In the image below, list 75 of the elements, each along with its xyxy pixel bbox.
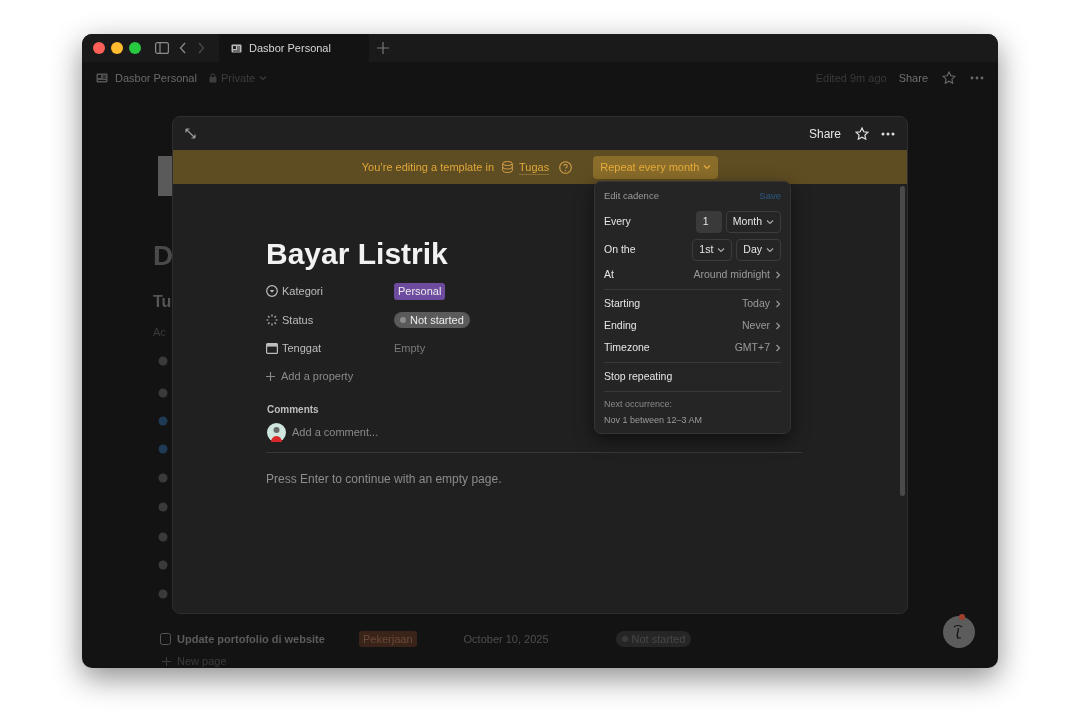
chevron-right-icon [775,300,781,308]
plus-icon [266,372,275,381]
option-label: Ending [604,318,637,334]
page-breadcrumb[interactable]: Dasbor Personal [115,69,197,87]
empty-page-hint: Press Enter to continue with an empty page. [266,470,503,488]
share-button[interactable]: Share [808,124,841,143]
calendar-icon [266,342,278,355]
chevron-right-icon [775,322,781,330]
plus-icon [162,656,171,666]
chevron-down-icon [766,247,774,253]
chevron-down-icon [259,75,268,81]
date-value[interactable]: Empty [394,340,426,357]
list-item-icon [158,532,168,542]
option-label: At [604,267,614,283]
list-item-icon [158,560,168,570]
option-label: Starting [604,296,641,312]
chevron-down-icon [717,247,726,253]
expand-icon[interactable] [185,128,196,139]
option-value[interactable]: GMT+7 [734,340,781,356]
dropdown[interactable]: Day [736,239,781,261]
list-item-icon [158,416,168,426]
database-icon [502,161,514,173]
list-item-icon [158,388,168,398]
property-name[interactable]: Tenggat [282,340,322,357]
option-label: Timezone [604,340,650,356]
sidebar-icon[interactable] [155,42,169,54]
property-name[interactable]: Kategori [282,283,323,300]
number-field[interactable]: 1 [695,211,722,233]
select-icon [266,285,278,298]
add-property-button[interactable]: Add a property [266,362,354,391]
unit-dropdown[interactable]: Month [725,211,781,233]
chevron-right-icon [775,271,781,279]
zoom-icon[interactable] [129,42,141,54]
tag[interactable]: Personal [394,283,446,300]
chevron-down-icon [766,219,774,225]
status-icon [266,313,278,326]
option-value[interactable]: Never [742,318,781,334]
option-label: On the [604,242,636,258]
list-item-icon [158,589,168,599]
chevron-down-icon [703,164,712,170]
minimize-icon[interactable] [111,42,123,54]
banner-text: You’re editing a template in [361,159,495,175]
lock-icon [208,73,217,83]
comment-field[interactable]: Add a comment... [292,423,379,441]
avatar-icon [267,422,286,442]
option-label: Every [604,214,631,230]
list-item-icon [158,444,168,454]
option-value[interactable]: Today [741,296,781,312]
comments-heading: Comments [267,402,319,417]
property-name[interactable]: Status [282,311,314,328]
stop-repeating-button[interactable]: Stop repeating [604,369,673,385]
next-occurrence-time: Nov 1 between 12–3 AM [604,413,704,427]
page-text: Tu [153,294,172,310]
scrollbar[interactable] [900,186,905,496]
dot-icon [400,316,406,323]
option-value[interactable]: Around midnight [693,267,781,283]
dropdown[interactable]: 1st [692,239,733,261]
plus-icon[interactable] [377,42,389,54]
chevron-right-icon [775,344,781,352]
more-icon[interactable] [881,131,895,136]
next-occurrence-label: Next occurrence: [604,398,674,411]
popover-title: Edit cadence [604,188,659,203]
share-button[interactable]: Share [898,69,928,87]
status-pill[interactable]: Not started [394,311,470,328]
help-icon[interactable] [559,160,573,174]
database-link[interactable]: Tugas [519,158,550,176]
star-icon[interactable] [942,71,956,85]
back-icon[interactable] [179,42,187,54]
page-title: Bayar Listrik [266,236,448,272]
browser-tab[interactable]: Dasbor Personal [219,34,369,62]
list-item-icon [158,356,168,366]
list-item-icon [158,502,168,512]
list-item-icon [158,473,168,483]
help-button[interactable] [943,613,977,649]
close-icon[interactable] [93,42,105,54]
